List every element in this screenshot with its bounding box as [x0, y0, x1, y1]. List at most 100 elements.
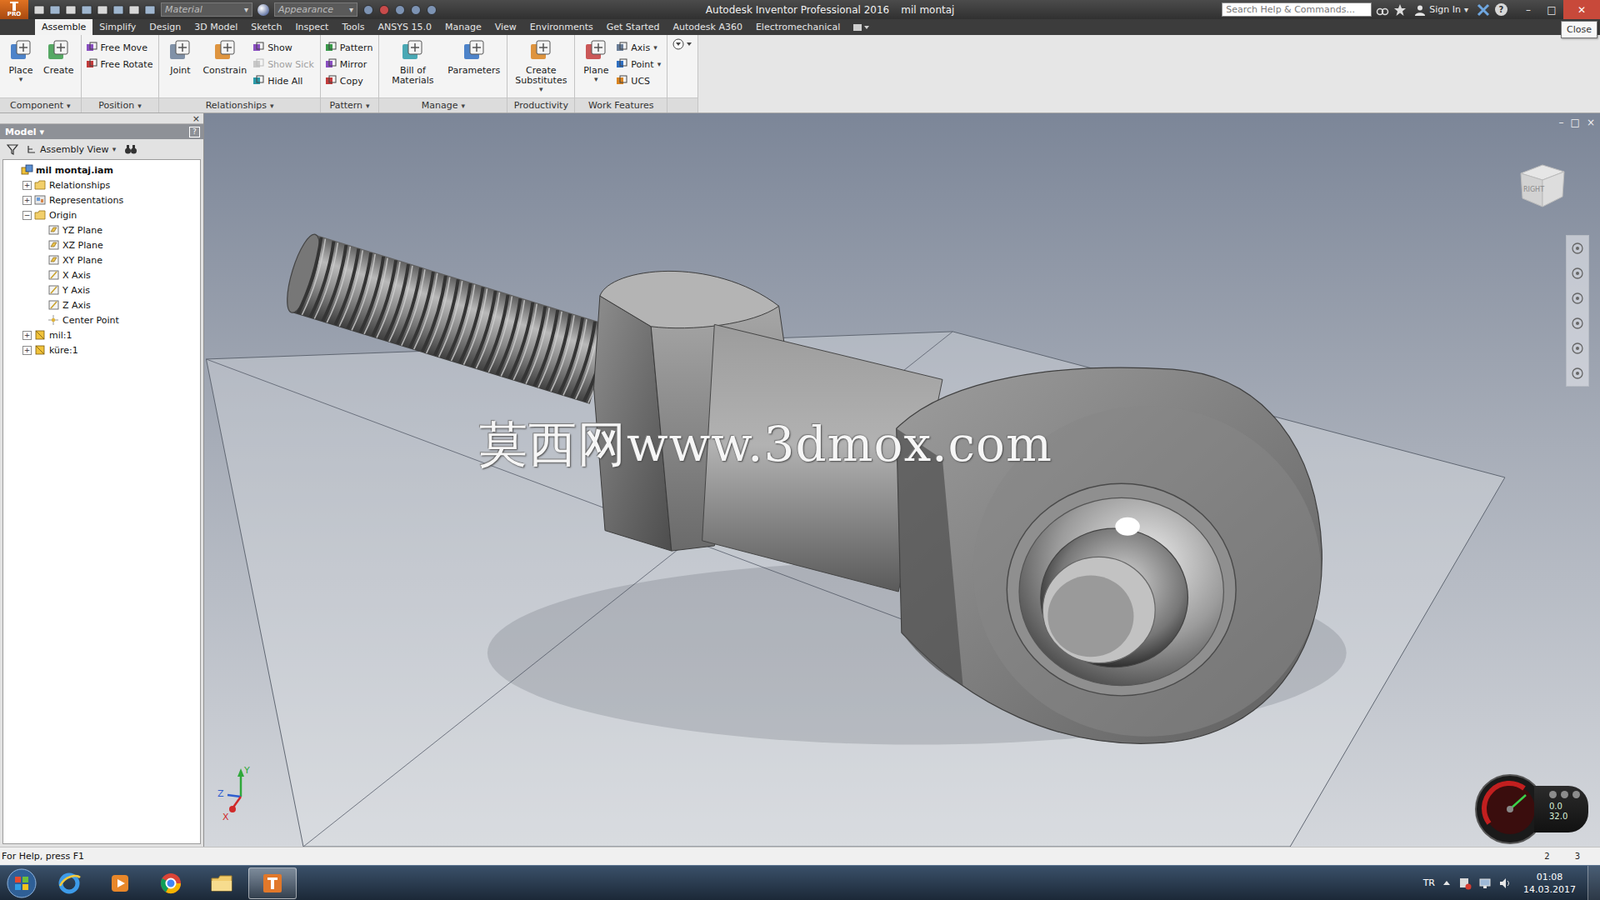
ribbon-group-label[interactable]: Manage▾	[379, 97, 507, 113]
navigation-tool-icon[interactable]	[1570, 315, 1585, 331]
navigation-tool-icon[interactable]	[1570, 265, 1585, 281]
window-control-button[interactable]: □	[1540, 0, 1564, 20]
ribbon-tab[interactable]: Manage	[438, 19, 489, 35]
ribbon-tab[interactable]: Tools	[335, 19, 371, 35]
material-dropdown[interactable]: Material▾	[160, 2, 253, 17]
help-button[interactable]: ?	[1495, 3, 1508, 16]
ribbon-tab[interactable]: 3D Model	[187, 19, 245, 35]
tool-icon[interactable]	[361, 3, 375, 17]
ribbon-tab[interactable]: Autodesk A360	[666, 19, 750, 35]
windows-start-icon[interactable]	[5, 866, 39, 900]
ribbon-tab[interactable]: View	[488, 19, 524, 35]
graphics-viewport[interactable]: 莫西网www.3dmox.com–□×RIGHTYZX0.032.0	[204, 113, 1600, 847]
filter-icon[interactable]	[6, 143, 19, 155]
ribbon-small-button[interactable]: Show	[252, 39, 316, 56]
tree-expander[interactable]: +	[22, 345, 32, 355]
navigation-tool-icon[interactable]	[1570, 365, 1585, 381]
panel-options-icon[interactable]	[671, 37, 694, 51]
browser-help-button[interactable]: ?	[189, 126, 200, 138]
find-icon[interactable]	[124, 143, 138, 155]
ribbon-small-button[interactable]: Free Rotate	[85, 55, 155, 73]
navigation-tool-icon[interactable]	[1570, 240, 1585, 256]
tree-expander[interactable]: +	[22, 180, 32, 190]
navigation-tool-icon[interactable]	[1570, 340, 1585, 356]
ribbon-options-icon[interactable]	[851, 21, 870, 34]
ribbon-large-button[interactable]: Create	[40, 37, 77, 78]
show-hidden-icons-icon[interactable]	[1441, 878, 1452, 889]
tree-item[interactable]: Y Axis	[3, 282, 200, 298]
ribbon-small-button[interactable]: Axis▾	[615, 39, 663, 56]
viewcube[interactable]: RIGHT	[1512, 155, 1573, 215]
quick-access-icon[interactable]	[95, 3, 110, 17]
viewport-control-button[interactable]: ×	[1586, 116, 1595, 129]
navigation-tool-icon[interactable]	[1570, 290, 1585, 306]
ribbon-large-button[interactable]: Bill of Materials	[383, 37, 442, 88]
window-control-button[interactable]: –	[1516, 0, 1540, 20]
ribbon-large-button[interactable]: Joint	[163, 37, 197, 78]
taskbar-app-button[interactable]	[197, 867, 246, 900]
quick-access-icon[interactable]	[111, 3, 125, 17]
model-scene[interactable]	[204, 113, 1600, 847]
taskbar-app-button[interactable]	[95, 867, 145, 900]
binoculars-icon[interactable]	[1375, 3, 1390, 17]
ribbon-tab[interactable]: Sketch	[244, 19, 289, 35]
tree-item[interactable]: mil montaj.iam	[3, 162, 200, 178]
input-language[interactable]: TR	[1423, 877, 1435, 889]
clock[interactable]: 01:0814.03.2017	[1518, 870, 1581, 896]
ribbon-tab[interactable]: Inspect	[288, 19, 335, 35]
ribbon-group-label[interactable]: Pattern▾	[320, 97, 380, 113]
ribbon-small-button[interactable]: Mirror	[325, 55, 375, 73]
tree-item[interactable]: −Origin	[3, 207, 200, 223]
tree-item[interactable]: +Relationships	[3, 177, 200, 193]
tree-item[interactable]: XY Plane	[3, 252, 200, 268]
tool-icon[interactable]	[425, 3, 439, 17]
threaded-rod[interactable]	[280, 230, 615, 404]
tree-item[interactable]: YZ Plane	[3, 222, 200, 238]
tree-item[interactable]: XZ Plane	[3, 237, 200, 253]
tree-expander[interactable]: +	[22, 330, 32, 340]
tool-icon[interactable]	[377, 3, 391, 17]
quick-access-icon[interactable]	[80, 3, 94, 17]
ribbon-tab[interactable]: Electromechanical	[749, 19, 847, 35]
ribbon-group-label[interactable]: Position▾	[81, 97, 160, 113]
ribbon-large-button[interactable]: Parameters	[445, 37, 503, 78]
network-icon[interactable]	[1478, 876, 1492, 890]
browser-title[interactable]: Model ▾	[5, 126, 45, 138]
quick-access-icon[interactable]	[143, 3, 157, 17]
viewport-control-button[interactable]: □	[1570, 116, 1580, 129]
ribbon-large-button[interactable]: Place▾	[4, 37, 38, 85]
application-menu-button[interactable]: PRO	[0, 0, 29, 20]
ribbon-small-button[interactable]: Free Move	[85, 39, 155, 56]
ribbon-large-button[interactable]: Plane▾	[579, 37, 613, 85]
ribbon-tab[interactable]: Simplify	[92, 19, 143, 35]
browser-close-button[interactable]: ×	[192, 114, 200, 124]
ribbon-small-button[interactable]: Hide All	[252, 72, 316, 90]
quick-access-icon[interactable]	[64, 3, 78, 17]
tool-icon[interactable]	[393, 3, 407, 17]
taskbar-app-button[interactable]	[146, 867, 195, 900]
ribbon-small-button[interactable]: UCS	[615, 72, 663, 90]
ribbon-group-label[interactable]: Work Features	[575, 97, 667, 113]
show-desktop-button[interactable]	[1587, 865, 1600, 900]
ribbon-large-button[interactable]: Create Substitutes▾	[511, 37, 570, 95]
ribbon-tab[interactable]: Assemble	[35, 19, 93, 35]
exchange-apps-icon[interactable]	[1475, 3, 1491, 17]
tree-item[interactable]: +Representations	[3, 192, 200, 208]
star-icon[interactable]	[1393, 3, 1407, 17]
ribbon-group-label[interactable]: Productivity	[507, 97, 575, 113]
tree-item[interactable]: Center Point	[3, 312, 200, 328]
tree-item[interactable]: X Axis	[3, 267, 200, 283]
tool-icon[interactable]	[409, 3, 423, 17]
ribbon-group-label[interactable]: Relationships▾	[159, 97, 320, 113]
ribbon-small-button[interactable]: Pattern	[325, 39, 375, 56]
help-search-field[interactable]: Search Help & Commands...	[1221, 2, 1372, 17]
quick-access-icon[interactable]	[48, 3, 62, 17]
quick-access-icon[interactable]	[32, 3, 46, 17]
tree-item[interactable]: Z Axis	[3, 297, 200, 313]
tree-expander[interactable]: −	[22, 210, 32, 220]
action-center-icon[interactable]	[1458, 876, 1472, 890]
window-control-button[interactable]: ✕	[1563, 0, 1600, 20]
ribbon-tab[interactable]: Design	[142, 19, 188, 35]
quick-access-icon[interactable]	[127, 3, 141, 17]
sign-in-button[interactable]: Sign In▾	[1410, 4, 1472, 16]
